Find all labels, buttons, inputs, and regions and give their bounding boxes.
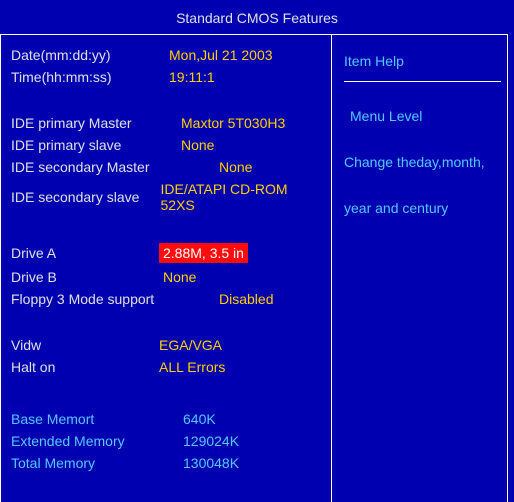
extmem-label: Extended Memory	[11, 433, 183, 449]
time-label: Time(hh:mm:ss)	[11, 69, 169, 85]
drive-b-label: Drive B	[11, 269, 163, 285]
row-drive-a[interactable]: Drive A 2.88M, 3.5 in	[11, 243, 323, 263]
drive-b-value: None	[163, 269, 196, 285]
ide-ss-value: IDE/ATAPI CD-ROM 52XS	[161, 181, 323, 213]
ide-pm-label: IDE primary Master	[11, 115, 181, 131]
date-label: Date(mm:dd:yy)	[11, 47, 169, 63]
floppy3-value: Disabled	[219, 291, 273, 307]
row-ide-secondary-master[interactable]: IDE secondary Master None	[11, 159, 323, 175]
row-video[interactable]: Vidw EGA/VGA	[11, 337, 323, 353]
row-total-memory: Total Memory 130048K	[11, 455, 323, 471]
video-value: EGA/VGA	[159, 337, 222, 353]
settings-panel: Date(mm:dd:yy) Mon,Jul 21 2003 Time(hh:m…	[0, 34, 332, 502]
halt-value: ALL Errors	[159, 359, 225, 375]
video-label: Vidw	[11, 337, 159, 353]
totmem-value: 130048K	[183, 455, 239, 471]
row-floppy3[interactable]: Floppy 3 Mode support Disabled	[11, 291, 323, 307]
row-date[interactable]: Date(mm:dd:yy) Mon,Jul 21 2003	[11, 47, 323, 63]
help-text-line1: Change theday,month,	[344, 154, 501, 170]
time-value: 19:11:1	[169, 69, 215, 85]
drive-a-label: Drive A	[11, 245, 159, 261]
panels: Date(mm:dd:yy) Mon,Jul 21 2003 Time(hh:m…	[0, 34, 514, 502]
date-value: Mon,Jul 21 2003	[169, 47, 273, 63]
floppy3-label: Floppy 3 Mode support	[11, 291, 219, 307]
row-halt[interactable]: Halt on ALL Errors	[11, 359, 323, 375]
row-extended-memory: Extended Memory 129024K	[11, 433, 323, 449]
help-panel: Item Help Menu Level Change theday,month…	[332, 34, 508, 502]
page-title: Standard CMOS Features	[0, 0, 514, 34]
basemem-label: Base Memort	[11, 411, 183, 427]
row-time[interactable]: Time(hh:mm:ss) 19:11:1	[11, 69, 323, 85]
ide-ps-value: None	[181, 137, 214, 153]
help-text-line2: year and century	[344, 200, 501, 216]
row-ide-secondary-slave[interactable]: IDE secondary slave IDE/ATAPI CD-ROM 52X…	[11, 181, 323, 213]
extmem-value: 129024K	[183, 433, 239, 449]
row-ide-primary-slave[interactable]: IDE primary slave None	[11, 137, 323, 153]
row-drive-b[interactable]: Drive B None	[11, 269, 323, 285]
row-base-memory: Base Memort 640K	[11, 411, 323, 427]
ide-ps-label: IDE primary slave	[11, 137, 181, 153]
drive-a-value: 2.88M, 3.5 in	[159, 243, 248, 263]
totmem-label: Total Memory	[11, 455, 183, 471]
ide-ss-label: IDE secondary slave	[11, 189, 161, 205]
row-ide-primary-master[interactable]: IDE primary Master Maxtor 5T030H3	[11, 115, 323, 131]
basemem-value: 640K	[183, 411, 216, 427]
help-divider	[344, 81, 501, 82]
ide-sm-label: IDE secondary Master	[11, 159, 219, 175]
menu-level: Menu Level	[350, 108, 501, 124]
item-help-heading: Item Help	[344, 53, 501, 69]
ide-pm-value: Maxtor 5T030H3	[181, 115, 285, 131]
bios-screen: Standard CMOS Features Date(mm:dd:yy) Mo…	[0, 0, 514, 502]
ide-sm-value: None	[219, 159, 252, 175]
halt-label: Halt on	[11, 359, 159, 375]
